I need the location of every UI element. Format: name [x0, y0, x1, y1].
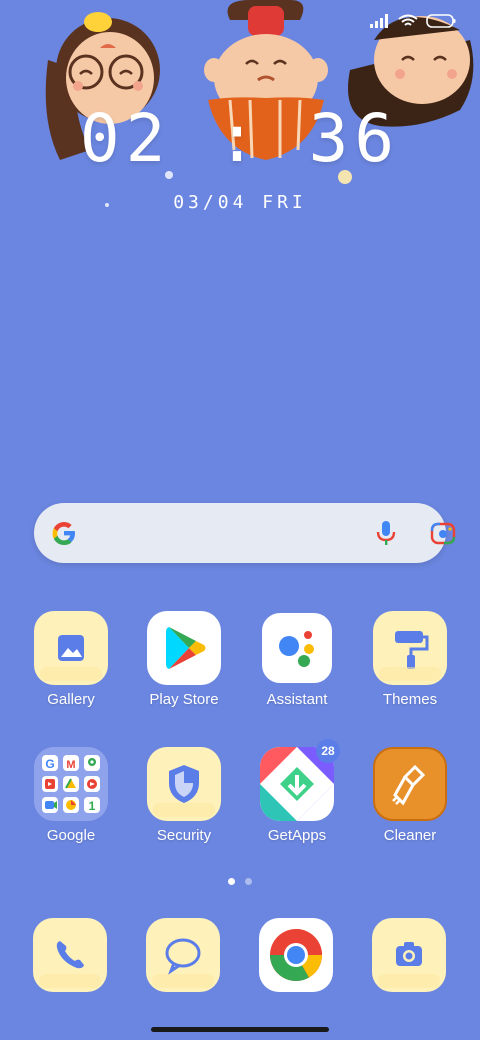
decor-dot — [165, 171, 173, 179]
app-label-cleaner: Cleaner — [383, 827, 437, 844]
app-label-getapps: GetApps — [267, 827, 327, 844]
broom-icon — [373, 747, 447, 821]
svg-text:1: 1 — [89, 799, 96, 813]
microphone-icon[interactable] — [376, 520, 396, 546]
app-security[interactable]: Security — [129, 747, 239, 844]
signal-bars-icon — [370, 14, 388, 28]
dock-chrome[interactable] — [259, 918, 333, 992]
messages-icon — [146, 918, 220, 992]
svg-text:M: M — [66, 759, 75, 771]
app-label-gallery: Gallery — [47, 691, 95, 708]
app-label-security: Security — [156, 827, 212, 844]
app-label-themes: Themes — [382, 691, 438, 708]
shield-icon — [147, 747, 221, 821]
gallery-icon — [34, 611, 108, 685]
dock-phone[interactable] — [33, 918, 107, 992]
app-cleaner[interactable]: Cleaner — [355, 747, 465, 844]
app-label-play-store: Play Store — [149, 691, 219, 708]
app-themes[interactable]: Themes — [355, 611, 465, 708]
home-gesture-bar[interactable] — [151, 1027, 329, 1032]
app-getapps[interactable]: 28 GetApps — [242, 739, 352, 844]
chrome-icon — [259, 918, 333, 992]
wifi-icon — [398, 14, 418, 26]
app-label-assistant: Assistant — [266, 691, 328, 708]
page-dot[interactable] — [245, 878, 252, 885]
decor-dot — [338, 170, 352, 184]
lockscreen-clock: 02 : 36 — [79, 100, 401, 177]
paint-roller-icon — [373, 611, 447, 685]
getapps-icon: 28 — [260, 739, 340, 821]
status-bar — [370, 14, 456, 28]
google-search-bar[interactable] — [34, 503, 456, 563]
page-indicator[interactable] — [0, 878, 480, 885]
lockscreen-date: 03/04 FRI — [173, 192, 307, 213]
notification-badge: 28 — [316, 739, 340, 763]
app-google-folder[interactable]: G M 1 Google — [16, 747, 126, 844]
app-gallery[interactable]: Gallery — [16, 611, 126, 708]
google-folder-icon: G M 1 — [34, 747, 108, 821]
play-store-icon — [147, 611, 221, 685]
app-play-store[interactable]: Play Store — [129, 611, 239, 708]
assistant-icon — [260, 611, 334, 685]
svg-text:G: G — [45, 757, 54, 771]
dock-camera[interactable] — [372, 918, 446, 992]
page-dot-active[interactable] — [228, 878, 235, 885]
google-g-icon — [52, 522, 75, 545]
dock-messages[interactable] — [146, 918, 220, 992]
battery-icon — [426, 14, 456, 28]
phone-icon — [33, 918, 107, 992]
decor-dot — [105, 203, 109, 207]
camera-lens-icon[interactable] — [430, 521, 456, 545]
app-label-google: Google — [46, 827, 96, 844]
camera-icon — [372, 918, 446, 992]
app-assistant[interactable]: Assistant — [242, 611, 352, 708]
